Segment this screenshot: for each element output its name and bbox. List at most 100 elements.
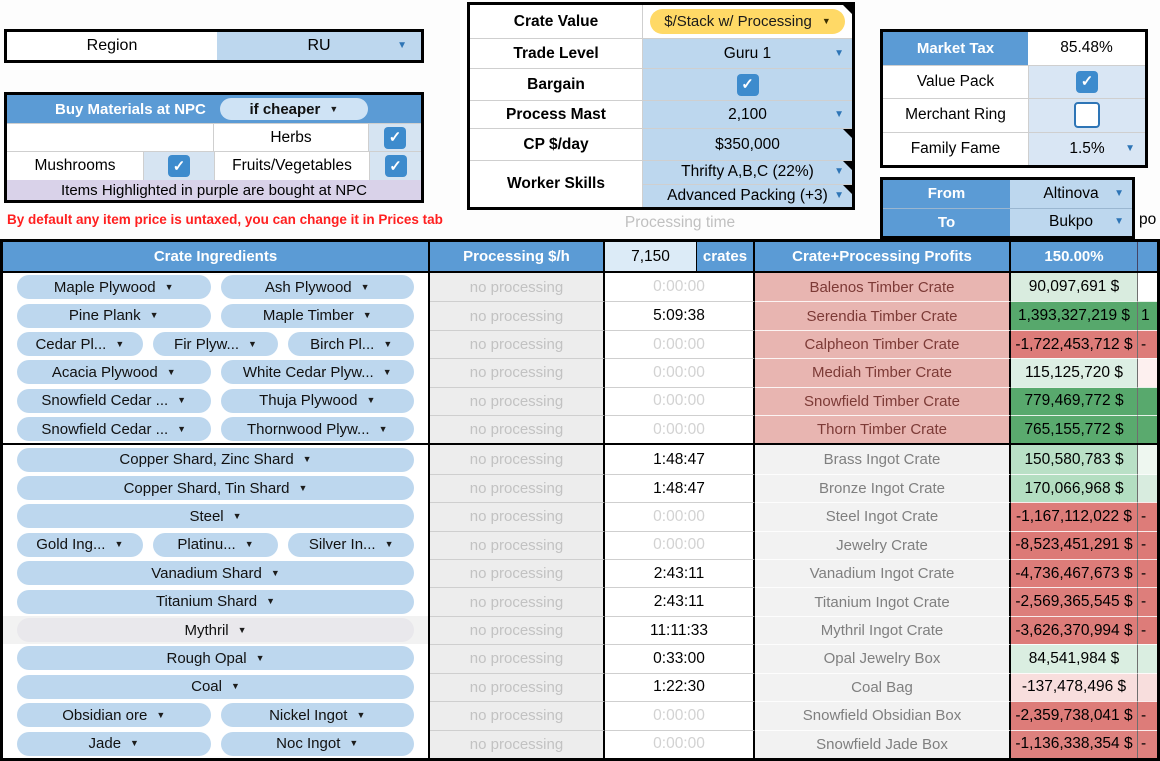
ingredient-pill[interactable]: Copper Shard, Tin Shard ▼ [17,476,414,501]
processing-cell: no processing [430,358,605,387]
header-percent: 150.00% [1011,242,1138,271]
header-clipped-column [1138,242,1157,271]
ingredient-pill[interactable]: Ash Plywood ▼ [220,275,414,300]
family-fame-select[interactable]: 1.5% ▼ [1028,132,1145,165]
clipped-profit-cell: - [1138,701,1157,730]
ingredient-cell: Gold Ing... ▼ Platinu... ▼ Silver In... ▼ [3,530,430,560]
ingredient-cell: Snowfield Cedar ... ▼ Thuja Plywood ▼ [3,386,430,416]
ingredient-cell: Cedar Pl... ▼ Fir Plyw... ▼ Birch Pl... ▼ [3,329,430,359]
ingredient-pill[interactable]: Thuja Plywood ▼ [220,388,414,413]
processing-cell: no processing [430,445,605,474]
worker-skill-1-select[interactable]: Thrifty A,B,C (22%) ▼ [643,161,852,184]
profit-cell: 150,580,783 $ [1011,445,1138,474]
ingredient-pill[interactable]: Jade ▼ [17,731,211,756]
merchant-ring-checkbox[interactable]: ✓ [1074,102,1100,129]
buy-npc-mode-select[interactable]: if cheaper ▼ [219,98,368,120]
chevron-down-icon: ▼ [266,596,276,607]
merchant-ring-label: Merchant Ring [905,106,1006,124]
ingredient-pill[interactable]: Thornwood Plyw... ▼ [220,417,414,442]
ingredient-pill[interactable]: Copper Shard, Zinc Shard ▼ [17,447,414,472]
merchant-ring-cell[interactable]: ✓ [1028,99,1145,132]
npc-purple-note: Items Highlighted in purple are bought a… [7,180,421,200]
chevron-down-icon: ▼ [114,539,124,550]
ingredient-pill[interactable]: Platinu... ▼ [152,532,279,557]
processing-cell: no processing [430,415,605,444]
process-mast-select[interactable]: 2,100 ▼ [642,101,852,128]
ingredient-pill-label: Nickel Ingot [269,706,348,724]
ingredient-pill[interactable]: Acacia Plywood ▼ [17,360,211,385]
ingredient-pill[interactable]: Coal ▼ [17,674,414,699]
ingredient-pill[interactable]: Vanadium Shard ▼ [17,561,414,586]
crate-table-header: Crate Ingredients Processing $/h 7,150 c… [3,242,1157,273]
herbs-checkbox-cell[interactable]: ✓ [368,124,421,151]
ingredient-pill[interactable]: Obsidian ore ▼ [17,703,211,728]
crate-value-select[interactable]: $/Stack w/ Processing ▼ [650,9,845,34]
region-label: Region [86,37,138,54]
crate-name-cell: Vanadium Ingot Crate [755,559,1011,588]
cp-day-cell[interactable]: $350,000 [642,129,852,160]
ingredient-pill-label: Birch Pl... [310,335,375,353]
crates-count-cell[interactable]: 7,150 [605,242,697,271]
process-mast-value: 2,100 [728,105,767,123]
header-processing-per-hour: Processing $/h [430,242,605,271]
herbs-label: Herbs [213,124,368,151]
settings-box: Crate Value $/Stack w/ Processing ▼ Trad… [467,2,855,210]
crate-value-cell: $/Stack w/ Processing ▼ [642,5,852,38]
ingredient-pill[interactable]: Fir Plyw... ▼ [152,332,279,357]
table-row: Acacia Plywood ▼ White Cedar Plyw... ▼ no pr… [3,358,1157,387]
ingredient-pill[interactable]: Mythril ▼ [17,618,414,643]
processing-time-cell: 0:00:00 [605,530,755,560]
ingredient-pill[interactable]: Noc Ingot ▼ [220,731,414,756]
region-select[interactable]: RU ▼ [217,32,421,60]
ingredient-pill[interactable]: Steel ▼ [17,504,414,529]
chevron-down-icon: ▼ [156,709,166,720]
chevron-down-icon: ▼ [383,338,393,349]
ingredient-cell: Copper Shard, Zinc Shard ▼ [3,445,430,474]
ingredient-pill[interactable]: Gold Ing... ▼ [17,532,143,557]
bargain-cell[interactable]: ✓ [642,69,852,100]
buy-npc-header: Buy Materials at NPC if cheaper ▼ [7,95,421,123]
ingredient-pill[interactable]: Snowfield Cedar ... ▼ [17,417,211,442]
chevron-down-icon: ▼ [378,423,388,434]
value-pack-cell[interactable]: ✓ [1028,65,1145,98]
table-row: Vanadium Shard ▼ no processing 2:43:11 Vanad… [3,559,1157,588]
ingredient-pill[interactable]: Maple Timber ▼ [220,303,414,328]
worker-skill-2-select[interactable]: Advanced Packing (+3) ▼ [643,183,852,207]
market-tax-label: Market Tax [883,32,1028,65]
ingredient-pill[interactable]: Birch Pl... ▼ [288,332,415,357]
crate-table-body: Maple Plywood ▼ Ash Plywood ▼ no processing 0… [3,273,1157,758]
processing-time-cell: 1:48:47 [605,445,755,474]
table-row: Mythril ▼ no processing 11:11:33 Mythril Ing… [3,615,1157,645]
ingredient-pill[interactable]: Snowfield Cedar ... ▼ [17,388,211,413]
ingredient-pill-label: Pine Plank [68,307,141,325]
ingredient-pill[interactable]: Rough Opal ▼ [17,646,414,671]
herbs-checkbox[interactable]: ✓ [384,126,406,149]
clipped-profit-cell: - [1138,729,1157,758]
ingredient-pill[interactable]: Pine Plank ▼ [17,303,211,328]
bargain-checkbox[interactable]: ✓ [736,73,759,96]
value-pack-checkbox[interactable]: ✓ [1076,70,1098,93]
crate-table: Crate Ingredients Processing $/h 7,150 c… [0,239,1160,761]
trade-level-select[interactable]: Guru 1 ▼ [642,39,852,68]
fruits-checkbox[interactable]: ✓ [384,155,407,177]
clipped-profit-cell [1138,358,1157,387]
ingredient-cell: Titanium Shard ▼ [3,587,430,616]
header-crate-ingredients: Crate Ingredients [3,242,430,271]
clipped-profit-cell [1138,415,1157,444]
ingredient-pill[interactable]: Nickel Ingot ▼ [220,703,414,728]
route-to-select[interactable]: Bukpo ▼ [1010,208,1132,236]
ingredient-pill[interactable]: Silver In... ▼ [288,532,415,557]
ingredient-pill[interactable]: White Cedar Plyw... ▼ [220,360,414,385]
mushrooms-checkbox[interactable]: ✓ [168,155,190,177]
profit-cell: -1,136,338,354 $ [1011,729,1138,758]
ingredient-pill[interactable]: Cedar Pl... ▼ [17,332,143,357]
mushrooms-checkbox-cell[interactable]: ✓ [143,152,214,180]
route-from-select[interactable]: Altinova ▼ [1010,180,1132,208]
profit-cell: -2,569,365,545 $ [1011,587,1138,616]
fruits-checkbox-cell[interactable]: ✓ [369,152,421,180]
ingredient-pill[interactable]: Titanium Shard ▼ [17,589,414,614]
processing-cell: no processing [430,729,605,758]
ingredient-pill[interactable]: Maple Plywood ▼ [17,275,211,300]
chevron-down-icon: ▼ [164,281,174,292]
trade-level-value: Guru 1 [723,44,772,62]
